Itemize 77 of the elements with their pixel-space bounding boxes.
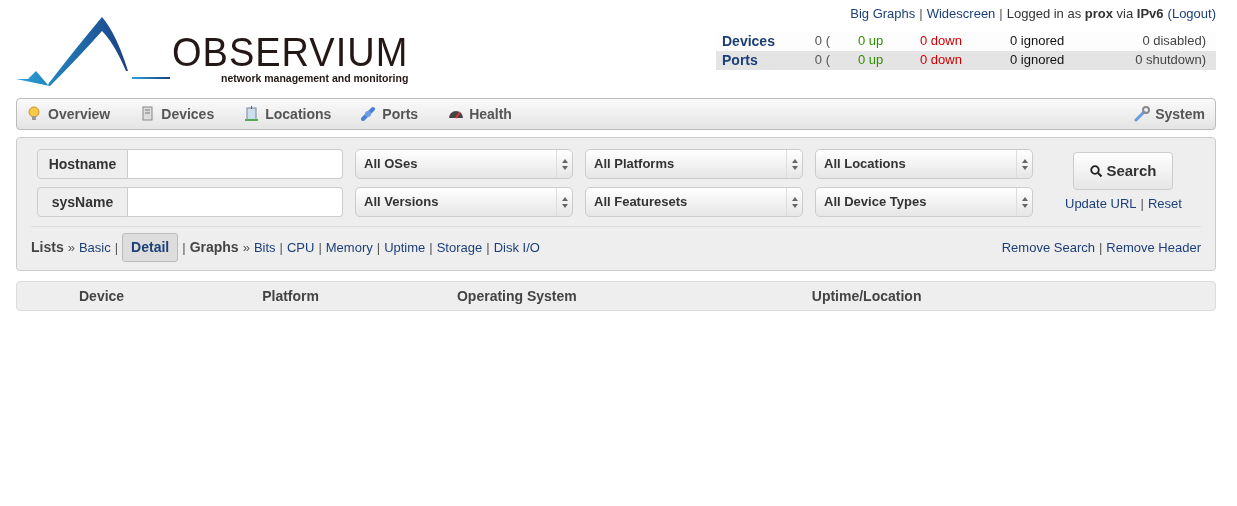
- section-label: Lists: [31, 238, 64, 257]
- field-label: sysName: [37, 187, 128, 217]
- column-header: Uptime/Location: [811, 286, 922, 306]
- link[interactable]: Reset: [1147, 194, 1182, 214]
- select-field[interactable]: All Platforms: [585, 149, 803, 179]
- updown-arrows-icon: [560, 196, 569, 208]
- separator: |: [999, 5, 1003, 23]
- select-field[interactable]: All OSes: [355, 149, 573, 179]
- select-field[interactable]: All Locations: [815, 149, 1033, 179]
- link[interactable]: Widescreen: [926, 4, 996, 24]
- down-count: 0 down: [920, 32, 963, 51]
- wrench-icon: [1134, 106, 1151, 122]
- link[interactable]: Basic: [78, 237, 111, 258]
- nav-item[interactable]: Devices: [140, 103, 215, 125]
- status-count: 0 (: [813, 32, 830, 51]
- link[interactable]: Remove Search: [1001, 237, 1095, 258]
- link[interactable]: Bits: [253, 237, 276, 258]
- light-bulb-icon: [27, 106, 43, 122]
- search-icon: [1090, 165, 1103, 178]
- link[interactable]: Uptime: [384, 237, 426, 258]
- up-count: 0 up: [858, 32, 885, 51]
- section-label: Graphs: [189, 238, 239, 257]
- link[interactable]: CPU: [286, 237, 315, 258]
- select-field[interactable]: All Device Types: [815, 187, 1033, 217]
- updown-arrows-icon: [790, 158, 799, 170]
- search-button[interactable]: Search: [1073, 152, 1174, 191]
- updown-arrows-icon: [1020, 196, 1029, 208]
- select-field[interactable]: All Versions: [355, 187, 573, 217]
- updown-arrows-icon: [560, 158, 569, 170]
- logo-tagline: network management and monitoring: [220, 71, 409, 87]
- status-count: 0 disabled): [1142, 32, 1207, 51]
- separator: »: [67, 238, 75, 257]
- link[interactable]: (Logout): [1167, 4, 1216, 24]
- updown-arrows-icon: [790, 196, 799, 208]
- logo-text: OBSERVIUM: [172, 32, 409, 73]
- nav-item[interactable]: Health: [448, 103, 512, 125]
- up-count: 0 up: [858, 51, 885, 70]
- column-header: Platform: [262, 286, 319, 306]
- input-field[interactable]: [128, 149, 343, 179]
- status-label[interactable]: Devices: [716, 30, 794, 52]
- column-header: Operating System: [456, 286, 577, 306]
- column-header: Device: [79, 286, 125, 306]
- separator: |: [279, 238, 283, 257]
- link[interactable]: Remove Header: [1106, 237, 1201, 258]
- link[interactable]: Disk I/O: [493, 237, 540, 258]
- nav-item[interactable]: System: [1134, 103, 1205, 125]
- link[interactable]: Update URL: [1065, 194, 1137, 214]
- view-tab[interactable]: Detail: [122, 233, 179, 262]
- nav-item[interactable]: Ports: [361, 103, 419, 125]
- separator: |: [114, 238, 119, 257]
- link[interactable]: Big Graphs: [850, 4, 916, 24]
- nav-item[interactable]: Overview: [27, 103, 111, 125]
- separator: |: [919, 5, 923, 23]
- down-count: 0 down: [920, 51, 963, 70]
- link[interactable]: Memory: [325, 237, 373, 258]
- separator: »: [242, 238, 250, 257]
- separator: |: [1140, 195, 1144, 214]
- input-field[interactable]: [128, 187, 343, 217]
- separator: |: [1098, 238, 1103, 257]
- field-label: Hostname: [37, 149, 128, 179]
- ignored-count: 0 ignored: [1010, 32, 1066, 51]
- separator: |: [486, 238, 490, 257]
- updown-arrows-icon: [1020, 158, 1029, 170]
- status-label[interactable]: Ports: [716, 49, 794, 71]
- status-count: 0 shutdown): [1135, 51, 1207, 70]
- nav-item[interactable]: Locations: [244, 103, 332, 125]
- separator: |: [182, 238, 186, 257]
- separator: |: [318, 238, 322, 257]
- ignored-count: 0 ignored: [1010, 51, 1066, 70]
- select-field[interactable]: All Featuresets: [585, 187, 803, 217]
- status-count: 0 (: [813, 51, 830, 70]
- plug-icon: [361, 106, 378, 122]
- separator: |: [429, 238, 433, 257]
- separator: |: [376, 238, 381, 257]
- building-icon: [244, 106, 261, 122]
- link[interactable]: Storage: [436, 237, 483, 258]
- login-status: Logged in as prox via IPv6: [1006, 5, 1164, 23]
